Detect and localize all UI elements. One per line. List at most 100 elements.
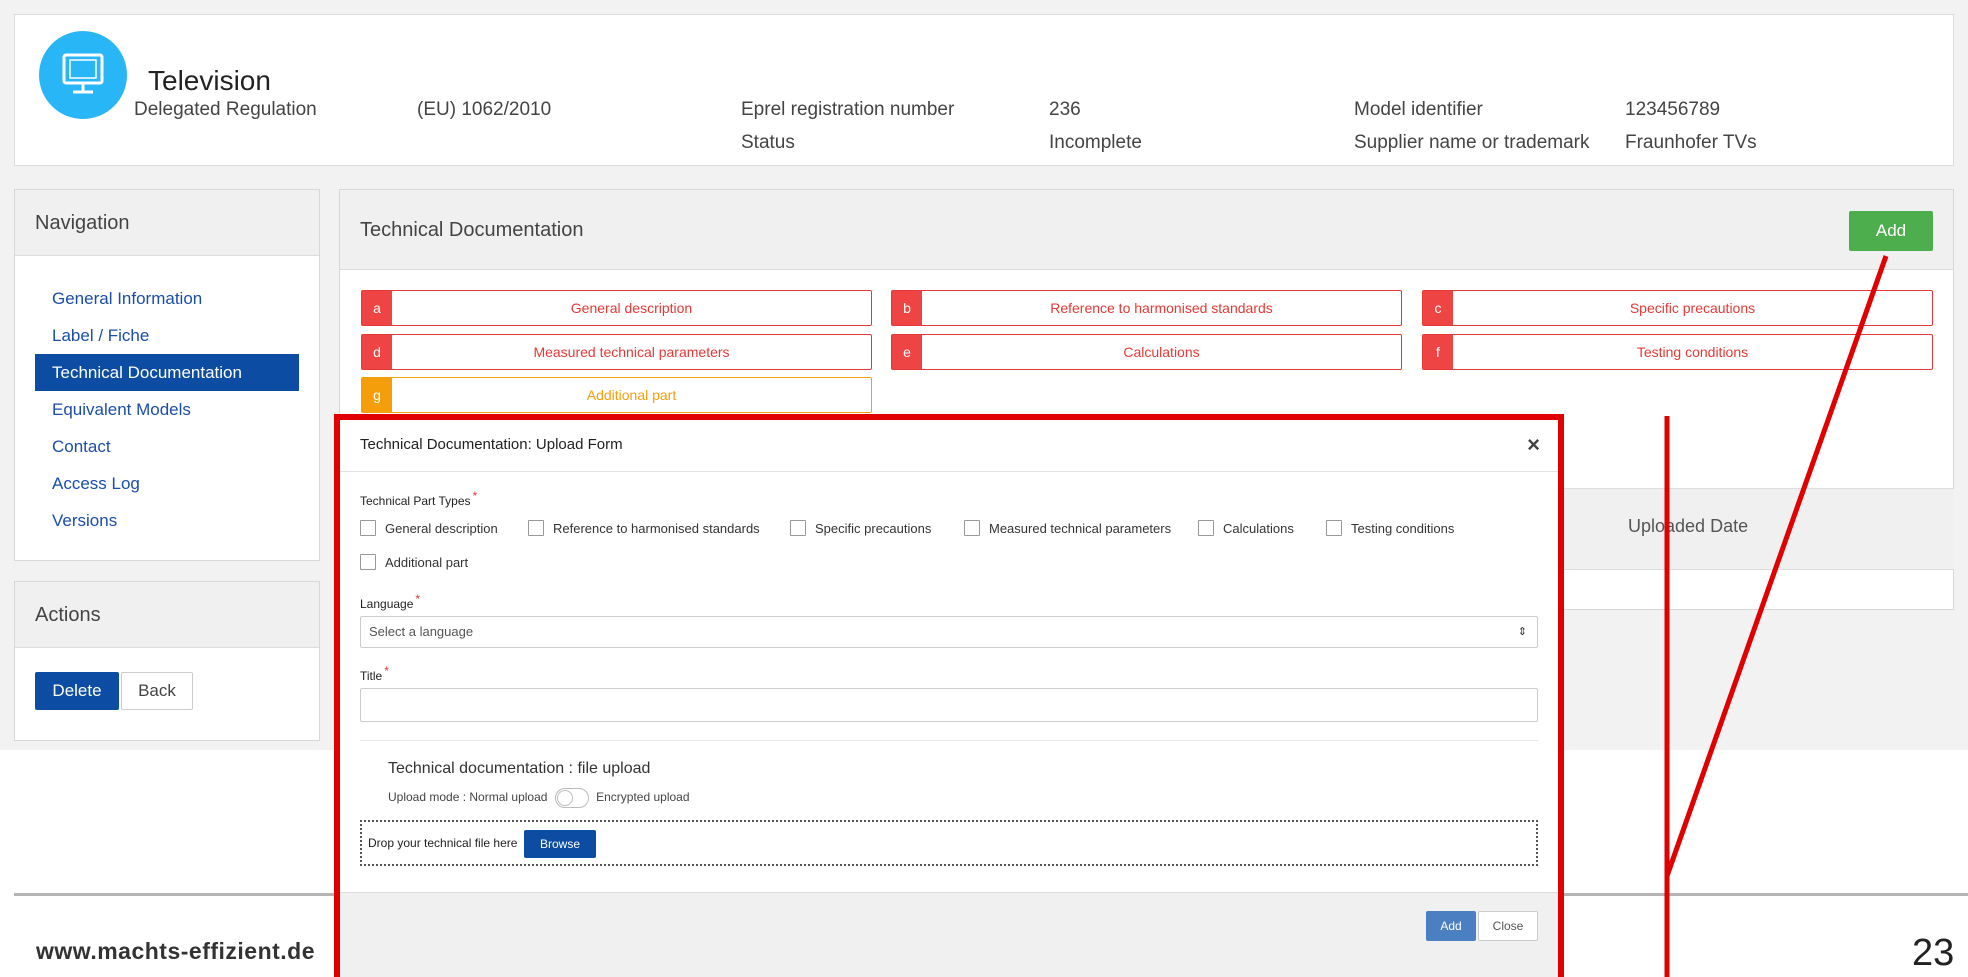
back-button[interactable]: Back [121, 672, 193, 710]
modal-close-button[interactable]: Close [1478, 911, 1538, 941]
part-letter: g [362, 378, 392, 412]
checkbox-label: Reference to harmonised standards [553, 521, 760, 536]
monitor-icon [39, 31, 127, 119]
model-identifier-label: Model identifier [1354, 99, 1483, 120]
part-label: Measured technical parameters [533, 344, 730, 360]
nav-item-general-information[interactable]: General Information [35, 280, 299, 317]
eprel-value: 236 [1049, 99, 1081, 120]
checkbox-testing-conditions[interactable]: Testing conditions [1326, 520, 1454, 536]
part-letter: c [1423, 291, 1453, 325]
section-title: Technical Documentation [360, 219, 584, 241]
delete-button[interactable]: Delete [35, 672, 119, 710]
upload-mode-encrypted: Encrypted upload [596, 790, 690, 805]
page-title: Television [148, 65, 271, 96]
modal-footer: Add Close [340, 892, 1558, 977]
upload-mode-toggle[interactable] [554, 788, 589, 808]
checkbox-label: Additional part [385, 555, 469, 570]
navigation-list: General Information Label / Fiche Techni… [15, 256, 319, 539]
part-letter: e [892, 335, 922, 369]
language-label: Language * [360, 592, 420, 611]
modal-header: Technical Documentation: Upload Form × [340, 420, 1558, 472]
title-input[interactable] [360, 688, 1538, 722]
checkbox-measured-technical-parameters[interactable]: Measured technical parameters [964, 520, 1171, 536]
part-types-label: Technical Part Types * [360, 489, 477, 508]
eprel-label: Eprel registration number [741, 99, 955, 120]
checkbox-box[interactable] [790, 520, 806, 536]
checkbox-additional-part[interactable]: Additional part [360, 554, 468, 570]
file-dropzone[interactable]: Drop your technical file here Browse [360, 820, 1538, 866]
title-label: Title * [360, 664, 389, 683]
part-label: Specific precautions [1629, 300, 1756, 316]
upload-mode-normal: Normal upload [469, 790, 548, 805]
required-marker: * [415, 592, 421, 606]
nav-item-versions[interactable]: Versions [35, 502, 299, 539]
checkbox-label: Testing conditions [1351, 521, 1455, 536]
product-header: Television Delegated Regulation (EU) 106… [14, 14, 1954, 166]
upload-section-title: Technical documentation : file upload [388, 760, 651, 777]
part-label: Additional part [586, 387, 677, 403]
toggle-knob[interactable] [556, 790, 573, 806]
checkbox-box[interactable] [1326, 520, 1342, 536]
language-select-value: Select a language [369, 624, 474, 639]
part-calculations[interactable]: e Calculations [891, 334, 1402, 370]
required-marker: * [472, 489, 478, 503]
part-letter: a [362, 291, 392, 325]
nav-item-label-fiche[interactable]: Label / Fiche [35, 317, 299, 354]
part-general-description[interactable]: a General description [361, 290, 872, 326]
language-label-text: Language [360, 597, 414, 611]
checkbox-specific-precautions[interactable]: Specific precautions [790, 520, 931, 536]
technical-documentation-header: Technical Documentation Add [340, 190, 1953, 270]
part-label: Calculations [1123, 344, 1200, 360]
status-label: Status [741, 132, 795, 153]
status-value: Incomplete [1049, 132, 1142, 153]
slide-page-number: 23 [1912, 932, 1955, 974]
nav-item-access-log[interactable]: Access Log [35, 465, 299, 502]
nav-item-equivalent-models[interactable]: Equivalent Models [35, 391, 299, 428]
nav-item-contact[interactable]: Contact [35, 428, 299, 465]
regulation-value: (EU) 1062/2010 [417, 99, 552, 120]
add-document-button[interactable]: Add [1849, 211, 1933, 251]
navigation-title: Navigation [15, 190, 319, 256]
checkbox-box[interactable] [1198, 520, 1214, 536]
checkbox-label: Calculations [1223, 521, 1294, 536]
browse-button[interactable]: Browse [524, 830, 596, 858]
required-marker: * [384, 664, 389, 678]
part-letter: f [1423, 335, 1453, 369]
part-measured-technical-parameters[interactable]: d Measured technical parameters [361, 334, 872, 370]
footer-url: www.machts-effizient.de [36, 938, 316, 964]
checkbox-box[interactable] [360, 520, 376, 536]
language-select[interactable]: Select a language ⇕ [360, 616, 1538, 648]
part-specific-precautions[interactable]: c Specific precautions [1422, 290, 1933, 326]
close-icon[interactable]: × [1527, 432, 1540, 458]
upload-form-modal: Technical Documentation: Upload Form × T… [334, 414, 1564, 977]
actions-panel: Actions Delete Back [14, 581, 320, 741]
part-testing-conditions[interactable]: f Testing conditions [1422, 334, 1933, 370]
navigation-panel: Navigation General Information Label / F… [14, 189, 320, 561]
column-uploaded-date[interactable]: Uploaded Date [1628, 516, 1748, 537]
modal-add-button[interactable]: Add [1426, 911, 1476, 941]
part-types-label-text: Technical Part Types [360, 494, 471, 508]
title-label-text: Title [360, 669, 383, 683]
part-reference-to-harmonised-standards[interactable]: b Reference to harmonised standards [891, 290, 1402, 326]
part-label: Reference to harmonised standards [1050, 300, 1273, 316]
part-letter: b [892, 291, 922, 325]
supplier-value: Fraunhofer TVs [1625, 132, 1757, 153]
checkbox-general-description[interactable]: General description [360, 520, 498, 536]
model-identifier-value: 123456789 [1625, 99, 1721, 120]
dropzone-text: Drop your technical file here [368, 836, 518, 850]
nav-item-technical-documentation[interactable]: Technical Documentation [35, 354, 299, 391]
checkbox-reference-to-harmonised-standards[interactable]: Reference to harmonised standards [528, 520, 760, 536]
checkbox-box[interactable] [528, 520, 544, 536]
checkbox-label: General description [385, 521, 498, 536]
checkbox-calculations[interactable]: Calculations [1198, 520, 1294, 536]
supplier-label: Supplier name or trademark [1354, 132, 1590, 153]
part-additional-part[interactable]: g Additional part [361, 377, 872, 413]
checkbox-box[interactable] [360, 554, 376, 570]
regulation-label: Delegated Regulation [134, 99, 317, 120]
part-label: General description [570, 300, 693, 316]
upload-mode-row: Upload mode : Normal upload Encrypted up… [388, 788, 690, 808]
upload-mode-label: Upload mode : [388, 790, 467, 805]
modal-title: Technical Documentation: Upload Form [360, 436, 623, 453]
checkbox-box[interactable] [964, 520, 980, 536]
part-letter: d [362, 335, 392, 369]
